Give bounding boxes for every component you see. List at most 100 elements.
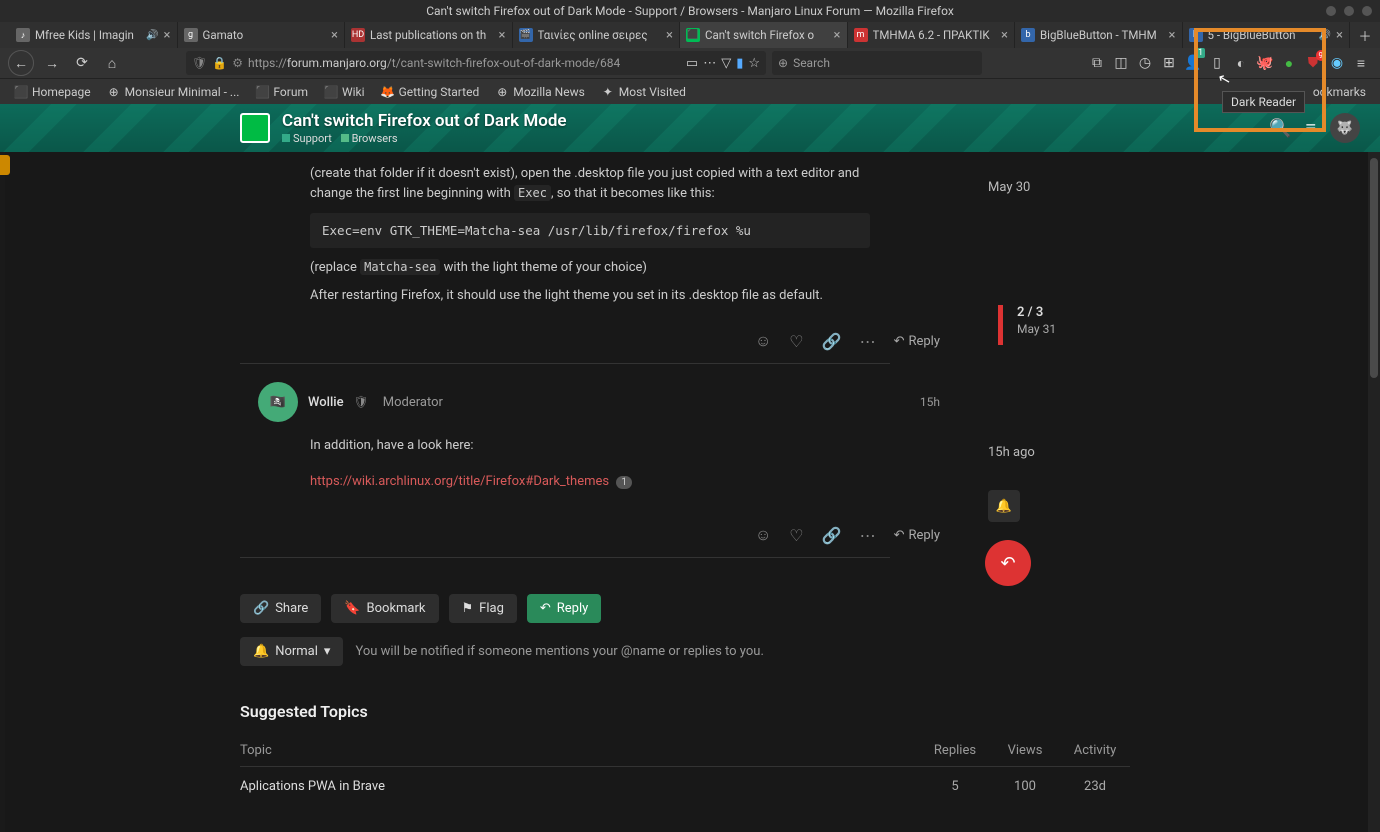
sync-icon[interactable]: 👤1 [1182, 52, 1204, 74]
topic-reply-button[interactable]: ↶Reply [527, 594, 601, 623]
audio-icon[interactable]: 🔊 [146, 30, 158, 41]
search-engine-icon[interactable]: ⊕ [778, 56, 788, 70]
heart-icon[interactable]: ♡ [789, 526, 803, 545]
badge: 9 [1316, 50, 1327, 61]
hamburger-icon[interactable]: ≡ [1305, 118, 1316, 139]
tab-8[interactable]: b 5 - BigBlueButton 🔊 × [1183, 22, 1351, 48]
flag-icon[interactable]: ▮ [736, 56, 743, 71]
history-icon[interactable]: ◷ [1134, 52, 1156, 74]
tracking-shield-icon[interactable]: 🛡 [192, 56, 207, 70]
tab-5-active[interactable]: ⬛ Can't switch Firefox o × [680, 22, 848, 48]
tab-6[interactable]: m ΤΜΗΜΑ 6.2 - ΠΡΑΚΤΙΚ × [848, 22, 1016, 48]
darkreader-icon[interactable]: ◐ [1230, 52, 1252, 74]
close-tab-icon[interactable]: × [834, 28, 841, 43]
search-bar[interactable]: ⊕ Search [772, 51, 982, 75]
close-tab-icon[interactable]: × [499, 28, 506, 43]
topic-title[interactable]: Can't switch Firefox out of Dark Mode [282, 111, 567, 131]
tab-4[interactable]: 🎬 Ταινίες online σειρες × [513, 22, 681, 48]
user-avatar[interactable]: 🐺 [1330, 113, 1360, 143]
manjaro-logo-icon[interactable] [240, 113, 270, 143]
audio-icon[interactable]: 🔊 [1319, 30, 1331, 41]
timeline-scrubber[interactable]: 2 / 3 May 31 [998, 305, 1128, 345]
home-button[interactable]: ⌂ [100, 51, 124, 75]
ublock-icon[interactable]: ⛊9 [1302, 52, 1324, 74]
external-link[interactable]: https://wiki.archlinux.org/title/Firefox… [310, 472, 609, 492]
tab-label: ΤΜΗΜΑ 6.2 - ΠΡΑΚΤΙΚ [873, 28, 997, 42]
activity-time: 23d [1060, 779, 1130, 794]
close-window-button[interactable] [1362, 6, 1372, 16]
tab-3[interactable]: HD Last publications on th × [345, 22, 513, 48]
reader-mode-icon[interactable]: ▭ [686, 56, 698, 71]
container-icon[interactable]: ⊞ [1158, 52, 1180, 74]
flag-button[interactable]: ⚑Flag [449, 594, 517, 623]
bookmark-homepage[interactable]: ⬛Homepage [8, 83, 97, 101]
close-tab-icon[interactable]: × [331, 28, 338, 43]
bookmark-getting-started[interactable]: 🦊Getting Started [375, 83, 486, 101]
extension-icon[interactable]: 🐙 [1254, 52, 1276, 74]
post-avatar[interactable]: 🏴‍☠️ [258, 382, 298, 422]
reload-button[interactable]: ⟳ [70, 51, 94, 75]
minimize-button[interactable] [1326, 6, 1336, 16]
app-menu-icon[interactable]: ≡ [1350, 52, 1372, 74]
url-bar[interactable]: 🛡 🔒 ⚙ https://forum.manjaro.org/t/cant-s… [186, 51, 766, 75]
lock-icon[interactable]: 🔒 [212, 56, 227, 70]
timeline-end-date[interactable]: 15h ago [988, 445, 1128, 460]
category-support[interactable]: Support [282, 132, 332, 145]
extension-icon-3[interactable]: ◉ [1326, 52, 1348, 74]
reply-button[interactable]: ↶ Reply [894, 528, 940, 543]
emoji-icon[interactable]: ☺ [755, 525, 771, 545]
pocket-icon[interactable]: ▽ [721, 56, 731, 71]
sidebar-icon[interactable]: ◫ [1110, 52, 1132, 74]
topic-timeline[interactable]: May 30 2 / 3 May 31 15h ago 🔔 [988, 180, 1128, 522]
back-button[interactable]: ← [8, 50, 34, 76]
maximize-button[interactable] [1344, 6, 1354, 16]
timeline-notifications-button[interactable]: 🔔 [988, 490, 1020, 522]
tab-label: Last publications on th [370, 28, 494, 42]
suggested-topics-table: Topic Replies Views Activity Aplications… [240, 735, 1130, 798]
bookmark-monsieur[interactable]: ⊕Monsieur Minimal - ... [101, 83, 246, 101]
page-action-icon[interactable]: ⋯ [703, 56, 716, 71]
more-icon[interactable]: ⋯ [860, 332, 876, 351]
scrollbar-thumb[interactable] [1370, 158, 1378, 378]
close-tab-icon[interactable]: × [164, 28, 171, 43]
post-timestamp[interactable]: 15h [920, 395, 940, 409]
bookmark-star-icon[interactable]: ☆ [748, 56, 760, 71]
search-icon[interactable]: 🔍 [1269, 118, 1291, 139]
post-username[interactable]: Wollie [308, 395, 344, 410]
table-row[interactable]: Aplications PWA in Brave 5 100 23d [240, 767, 1130, 798]
bookmark-button[interactable]: 🔖Bookmark [331, 594, 438, 623]
col-views: Views [990, 743, 1060, 758]
emoji-icon[interactable]: ☺ [755, 331, 771, 351]
more-icon[interactable]: ⋯ [860, 526, 876, 545]
favicon-icon: m [854, 28, 868, 42]
timeline-start-date[interactable]: May 30 [988, 180, 1128, 195]
close-tab-icon[interactable]: × [1336, 28, 1343, 43]
link-icon[interactable]: 🔗 [822, 526, 842, 545]
category-browsers[interactable]: Browsers [341, 132, 398, 145]
tab-label: Can't switch Firefox o [705, 28, 829, 42]
tab-1[interactable]: ♪ Mfree Kids | Imagin 🔊 × [10, 22, 178, 48]
compose-reply-fab[interactable]: ↶ [985, 540, 1031, 586]
notification-level-button[interactable]: 🔔 Normal ▾ [240, 637, 343, 666]
bookmark-forum[interactable]: ⬛Forum [249, 83, 314, 101]
link-icon[interactable]: 🔗 [822, 332, 842, 351]
bookmark-wiki[interactable]: ⬛Wiki [318, 83, 371, 101]
share-button[interactable]: 🔗Share [240, 594, 321, 623]
permissions-icon[interactable]: ⚙ [232, 56, 243, 70]
close-tab-icon[interactable]: × [1001, 28, 1008, 43]
library-icon[interactable]: ⧉ [1086, 52, 1108, 74]
suggested-topics-heading: Suggested Topics [240, 702, 1215, 721]
bookmark-most-visited[interactable]: ✦Most Visited [595, 83, 692, 101]
close-tab-icon[interactable]: × [666, 28, 673, 43]
forward-button[interactable]: → [40, 51, 64, 75]
bookmark-mozilla-news[interactable]: ⊕Mozilla News [489, 83, 591, 101]
timeline-position: 2 / 3 [1017, 305, 1128, 320]
extension-icon-2[interactable]: ● [1278, 52, 1300, 74]
new-tab-button[interactable]: ＋ [1350, 22, 1380, 48]
tab-7[interactable]: b BigBlueButton - ΤΜΗΜ × [1015, 22, 1183, 48]
heart-icon[interactable]: ♡ [789, 332, 803, 351]
close-tab-icon[interactable]: × [1169, 28, 1176, 43]
reply-button[interactable]: ↶ Reply [894, 334, 940, 349]
other-bookmarks[interactable]: ookmarks [1307, 83, 1372, 101]
tab-2[interactable]: g Gamato × [178, 22, 346, 48]
